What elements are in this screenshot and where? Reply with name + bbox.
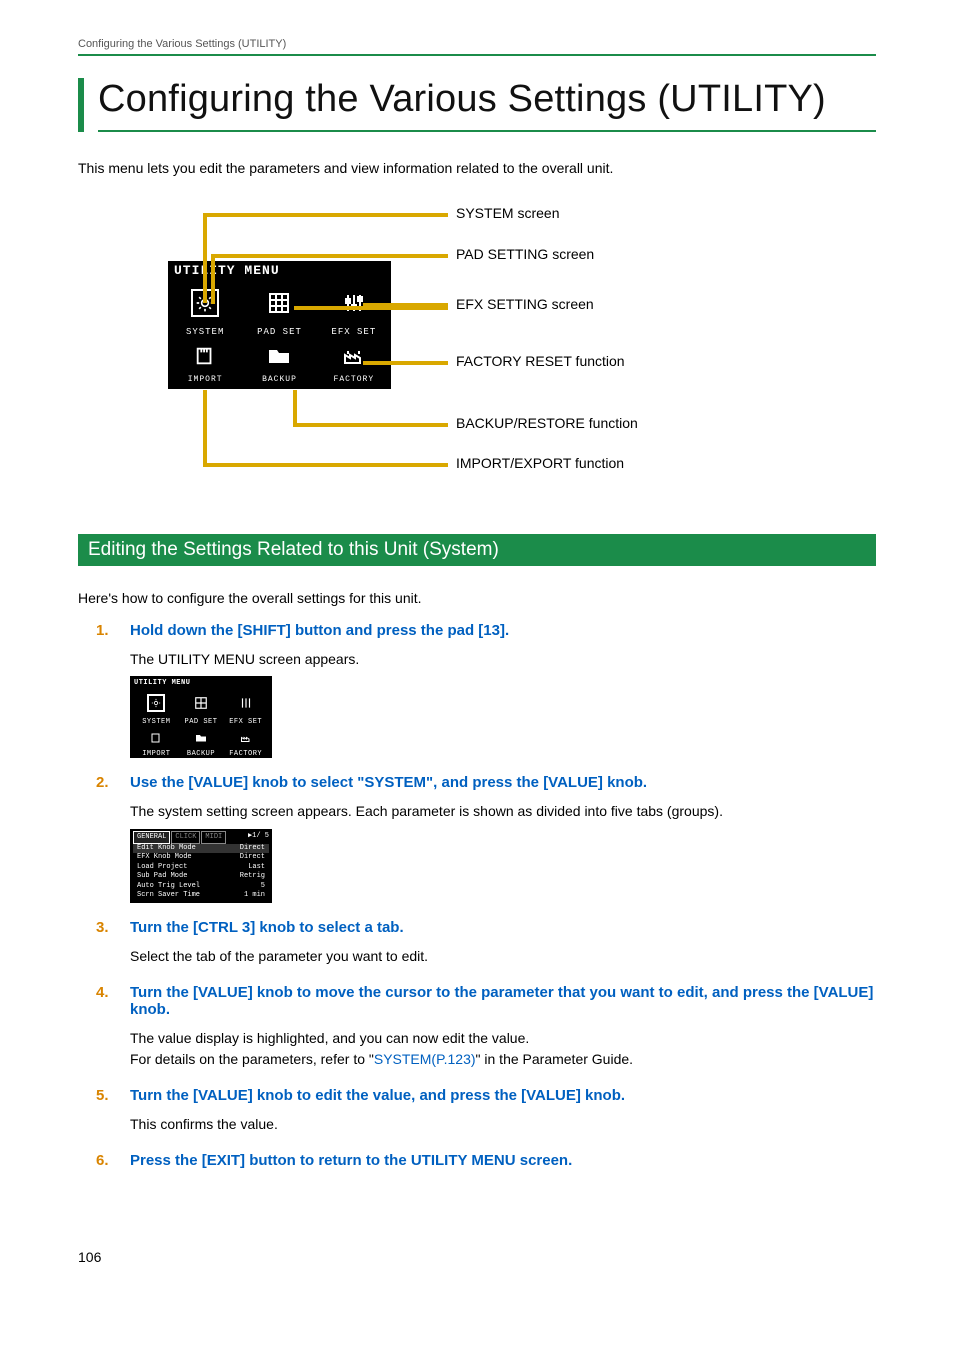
backup-folder-icon <box>265 342 293 370</box>
lcd-screen: UTILITY MENU SYSTEM PAD SET EFX SET IMPO… <box>168 261 391 389</box>
step-body-line2a: For details on the parameters, refer to … <box>130 1051 374 1067</box>
param-val: 5 <box>261 882 265 891</box>
param-val: Retrig <box>240 872 265 881</box>
param-val: Direct <box>240 853 265 862</box>
callout-padset: PAD SETTING screen <box>456 246 594 262</box>
param-key: Load Project <box>137 863 187 872</box>
param-key: Sub Pad Mode <box>137 872 187 881</box>
factory-icon <box>238 730 254 746</box>
step-1: 1. Hold down the [SHIFT] button and pres… <box>96 622 876 759</box>
breadcrumb: Configuring the Various Settings (UTILIT… <box>78 38 876 54</box>
shot-label: PAD SET <box>185 717 218 728</box>
step-4: 4. Turn the [VALUE] knob to move the cur… <box>96 984 876 1071</box>
step-body-line2b: " in the Parameter Guide. <box>476 1051 634 1067</box>
param-val: Last <box>248 863 265 872</box>
callout-factory: FACTORY RESET function <box>456 353 625 369</box>
efx-sliders-icon <box>237 694 255 712</box>
step-body-text: The UTILITY MENU screen appears. <box>130 651 359 667</box>
step-body-line1: The value display is highlighted, and yo… <box>130 1028 876 1050</box>
xref-system-link[interactable]: SYSTEM(P.123) <box>374 1051 476 1067</box>
param-key: EFX Knob Mode <box>137 853 192 862</box>
intro-text: This menu lets you edit the parameters a… <box>78 160 876 176</box>
shot-label: SYSTEM <box>142 717 170 728</box>
param-key: Auto Trig Level <box>137 882 200 891</box>
callout-efxset: EFX SETTING screen <box>456 296 594 312</box>
step-number: 1. <box>96 622 110 639</box>
shot-label: IMPORT <box>142 749 170 760</box>
tab-click: CLICK <box>171 831 200 844</box>
step-number: 6. <box>96 1152 110 1169</box>
page-title-wrap: Configuring the Various Settings (UTILIT… <box>78 78 876 132</box>
breadcrumb-rule <box>78 54 876 56</box>
lcd-label-efxset: EFX SET <box>331 327 376 337</box>
step-body-text: This confirms the value. <box>130 1116 278 1132</box>
param-val: 1 min <box>244 891 265 900</box>
tab-midi: MIDI <box>201 831 226 844</box>
step-number: 3. <box>96 919 110 936</box>
callout-import: IMPORT/EXPORT function <box>456 455 624 471</box>
callout-system: SYSTEM screen <box>456 205 559 221</box>
backup-folder-icon <box>193 730 209 746</box>
callout-backup: BACKUP/RESTORE function <box>456 415 638 431</box>
step-title: Hold down the [SHIFT] button and press t… <box>130 622 509 639</box>
shot-label: EFX SET <box>229 717 262 728</box>
system-settings-screenshot: GENERAL CLICK MIDI ▶1/ 5 Edit Knob Mode D… <box>130 829 272 903</box>
step-body-text: The system setting screen appears. Each … <box>130 803 723 819</box>
step-2: 2. Use the [VALUE] knob to select "SYSTE… <box>96 774 876 903</box>
step-number: 5. <box>96 1087 110 1104</box>
step-title: Press the [EXIT] button to return to the… <box>130 1152 572 1169</box>
step-body-text: Select the tab of the parameter you want… <box>130 948 428 964</box>
lcd-title: UTILITY MENU <box>168 261 391 281</box>
sd-import-icon <box>191 342 219 370</box>
page-number: 106 <box>78 1249 101 1265</box>
pad-grid-icon <box>265 289 293 317</box>
param-key: Scrn Saver Time <box>137 891 200 900</box>
lcd-label-backup: BACKUP <box>262 375 297 384</box>
lcd-label-system: SYSTEM <box>186 327 224 337</box>
step-title: Use the [VALUE] knob to select "SYSTEM",… <box>130 774 647 791</box>
param-val: Direct <box>240 844 265 853</box>
step-3: 3. Turn the [CTRL 3] knob to select a ta… <box>96 919 876 968</box>
sd-import-icon <box>148 730 164 746</box>
shot-label: BACKUP <box>187 749 215 760</box>
tab-general: GENERAL <box>133 831 170 844</box>
shot-title: UTILITY MENU <box>134 678 268 689</box>
utility-menu-diagram: UTILITY MENU SYSTEM PAD SET EFX SET IMPO… <box>138 198 876 498</box>
section-intro: Here's how to configure the overall sett… <box>78 590 876 606</box>
section-heading: Editing the Settings Related to this Uni… <box>78 534 876 566</box>
lcd-label-padset: PAD SET <box>257 327 302 337</box>
step-number: 4. <box>96 984 110 1018</box>
step-5: 5. Turn the [VALUE] knob to edit the val… <box>96 1087 876 1136</box>
utility-menu-screenshot: UTILITY MENU SYSTEM PAD SET EFX SET IMPO… <box>130 676 272 758</box>
step-number: 2. <box>96 774 110 791</box>
factory-icon <box>340 342 368 370</box>
step-title: Turn the [VALUE] knob to move the cursor… <box>130 984 876 1018</box>
step-title: Turn the [CTRL 3] knob to select a tab. <box>130 919 404 936</box>
page-title: Configuring the Various Settings (UTILIT… <box>98 78 876 132</box>
param-key: Edit Knob Mode <box>137 844 196 853</box>
shot-label: FACTORY <box>229 749 262 760</box>
tab-page: ▶1/ 5 <box>248 831 269 844</box>
gear-icon <box>147 694 165 712</box>
step-6: 6. Press the [EXIT] button to return to … <box>96 1152 876 1169</box>
lcd-label-factory: FACTORY <box>334 375 375 384</box>
lcd-label-import: IMPORT <box>188 375 223 384</box>
step-title: Turn the [VALUE] knob to edit the value,… <box>130 1087 625 1104</box>
pad-grid-icon <box>192 694 210 712</box>
